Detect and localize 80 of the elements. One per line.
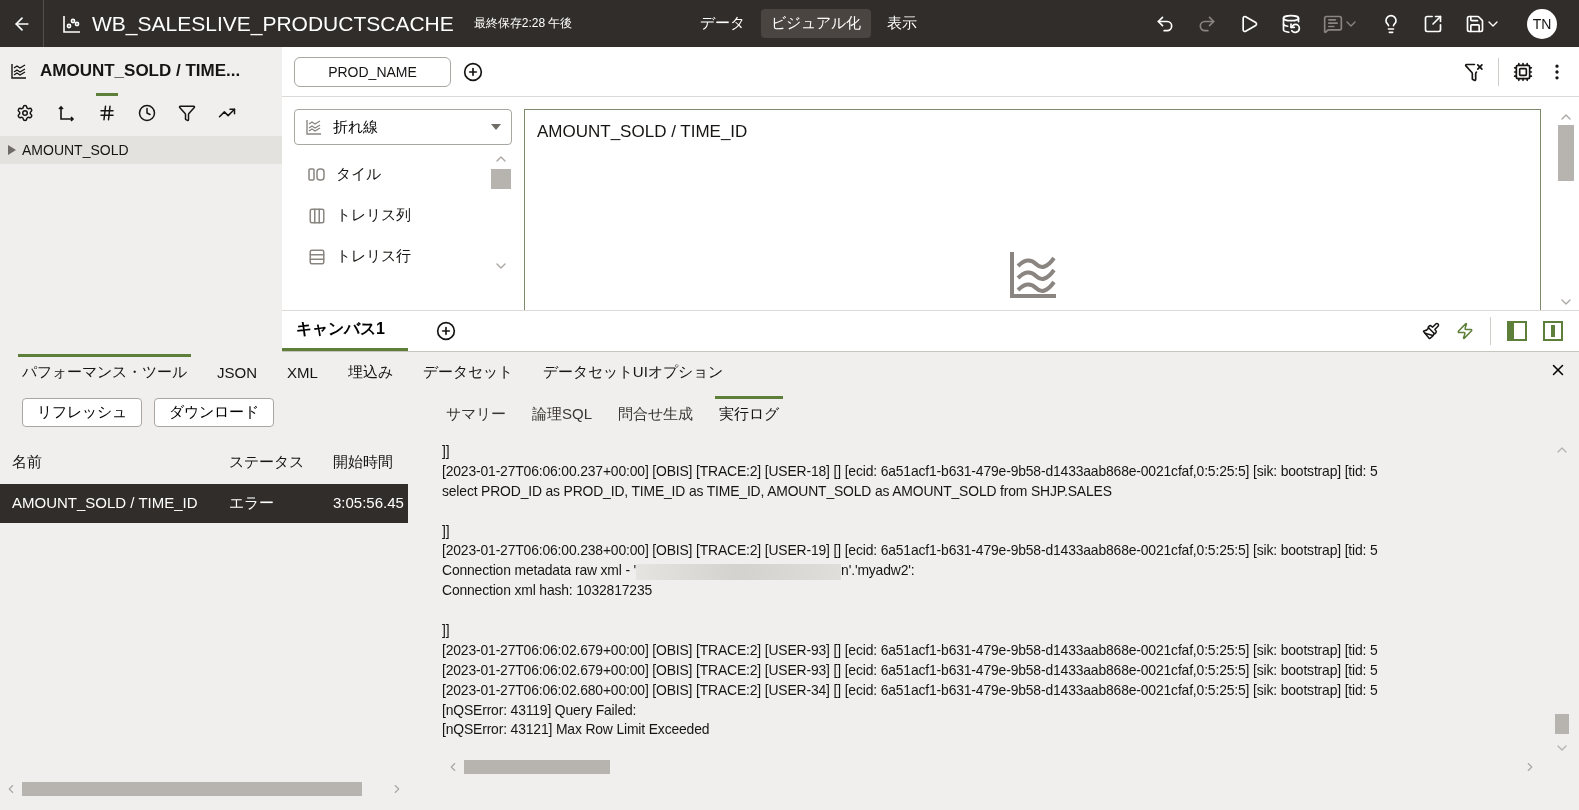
lightning-icon[interactable] (1456, 322, 1474, 340)
log-line: [2023-01-27T06:06:00.237+00:00] [OBIS] [TRACE:2] [USER-18] [] [ecid: 6a51acf1-b631-479e-9b58-d1433aab868e-0021cfaf,0:5:25:5] [sik: bootstrap] [tid: 5 (442, 462, 1378, 479)
chart-type-option[interactable]: トレリス行 (294, 233, 490, 274)
log-line: ]] (442, 522, 450, 539)
devtools-tab[interactable]: データセット (418, 354, 517, 386)
log-line: [nQSError: 43119] Query Failed: (442, 701, 637, 718)
database-refresh-icon (1281, 13, 1301, 34)
add-canvas-icon[interactable] (436, 321, 456, 341)
table-cell-text: エラー (229, 494, 275, 513)
line-chart-icon (10, 62, 28, 80)
canvas-tab[interactable]: キャンバス1 (282, 311, 408, 351)
log-line: [2023-01-27T06:06:02.680+00:00] [OBIS] [TRACE:2] [USER-34] [] [ecid: 6a51acf1-b631-479e-9b58-d1433aab868e-0021cfaf,0:5:25:5] [sik: bootstrap] [tid: 5 (442, 681, 1378, 698)
column-header: ステータス (229, 453, 305, 472)
action-button[interactable]: リフレッシュ (22, 398, 142, 427)
log-line: [2023-01-27T06:06:02.679+00:00] [OBIS] [TRACE:2] [USER-93] [] [ecid: 6a51acf1-b631-479e-9b58-d1433aab868e-0021cfaf,0:5:25:5] [sik: bootstrap] [tid: 5 (442, 641, 1378, 658)
line-chart-icon (305, 118, 323, 136)
user-avatar[interactable]: TN (1527, 8, 1557, 39)
column-header: 名前 (12, 453, 43, 472)
column-header: 開始時間 (333, 453, 394, 472)
log-tab[interactable]: 論理SQL (528, 396, 596, 430)
table-row[interactable]: AMOUNT_SOLD / TIME_ID エラー 3:05:56.45 (0, 484, 408, 523)
chart-type-option[interactable]: タイル (294, 151, 490, 192)
export-icon (1423, 13, 1443, 34)
workbook-icon (62, 13, 82, 34)
log-tab[interactable]: サマリー (442, 396, 510, 430)
scrollbar-thumb[interactable] (21, 782, 363, 796)
redo-icon (1197, 13, 1217, 34)
left-panel-icon[interactable] (1507, 321, 1527, 341)
scrollbar-thumb[interactable] (491, 169, 511, 189)
nav-tab[interactable]: ビジュアル化 (761, 9, 872, 38)
filter-icon (178, 104, 196, 122)
tile-icon (308, 167, 326, 182)
chart-type-option[interactable]: トレリス列 (294, 192, 490, 233)
devtools-tab[interactable]: データセットUIオプション (538, 354, 727, 386)
log-tab[interactable]: 問合せ生成 (614, 396, 697, 430)
nav-tab[interactable]: データ (690, 9, 756, 38)
play-icon (1239, 13, 1259, 34)
chip-icon[interactable] (1513, 61, 1533, 82)
hash-icon (98, 104, 116, 122)
settings-icon (16, 104, 34, 122)
log-line: Connection metadata raw xml - ' (442, 562, 637, 579)
chart-title: AMOUNT_SOLD / TIME_ID (537, 122, 749, 142)
add-icon[interactable] (463, 61, 483, 82)
scrollbar-thumb[interactable] (464, 760, 610, 774)
saved-time: 最終保存2:28 午後 (473, 15, 573, 32)
tree-item[interactable]: AMOUNT_SOLD (0, 136, 282, 164)
log-line: [nQSError: 43121] Max Row Limit Exceeded (442, 721, 710, 738)
log-line: [2023-01-27T06:06:02.679+00:00] [OBIS] [TRACE:2] [USER-93] [] [ecid: 6a51acf1-b631-479e-9b58-d1433aab868e-0021cfaf,0:5:25:5] [sik: bootstrap] [tid: 5 (442, 661, 1378, 678)
log-line: select PROD_ID as PROD_ID, TIME_ID as TIME_ID, AMOUNT_SOLD as AMOUNT_SOLD from SHJP.SALES (442, 482, 1112, 499)
devtools-tab[interactable]: JSON (213, 355, 261, 385)
nav-tab[interactable]: 表示 (877, 9, 928, 38)
table-cell-text: 3:05:56.45 (333, 494, 405, 513)
devtools-tab[interactable]: 埋込み (343, 354, 397, 386)
undo-icon (1155, 13, 1175, 34)
log-line: Connection xml hash: 1032817235 (442, 582, 653, 599)
comment-icon (1323, 13, 1343, 34)
field-chip[interactable]: PROD_NAME (294, 56, 451, 87)
caret-icon (491, 124, 501, 130)
tree-item-label: AMOUNT_SOLD (22, 142, 129, 158)
devtools-tab[interactable]: XML (283, 355, 322, 385)
workbook-title: WB_SALESLIVE_PRODUCTSCACHE (92, 11, 454, 36)
rows-icon (308, 247, 326, 266)
scrollbar-thumb[interactable] (1555, 714, 1569, 734)
center-panel-icon[interactable] (1543, 321, 1563, 341)
log-tab[interactable]: 実行ログ (715, 396, 783, 430)
log-line: [2023-01-27T06:06:00.238+00:00] [OBIS] [TRACE:2] [USER-19] [] [ecid: 6a51acf1-b631-479e-9b58-d1433aab868e-0021cfaf,0:5:25:5] [sik: bootstrap] [tid: 5 (442, 542, 1378, 559)
visualization-title: AMOUNT_SOLD / TIME... (40, 61, 241, 81)
clock-icon (138, 104, 156, 122)
columns-icon (308, 206, 326, 225)
save-icon (1465, 13, 1485, 34)
log-line: ]] (442, 622, 450, 638)
scrollbar-thumb[interactable] (1558, 125, 1574, 181)
paintbrush-icon[interactable] (1422, 322, 1440, 340)
log-line: ]] (442, 443, 450, 459)
axis-icon (56, 104, 76, 124)
log-line: n'.'myadw2': (841, 562, 915, 579)
table-cell-text: AMOUNT_SOLD / TIME_ID (12, 494, 199, 513)
devtools-tab[interactable]: パフォーマンス・ツール (18, 354, 191, 386)
chart-type-dropdown[interactable]: 折れ線 (294, 109, 512, 145)
action-button[interactable]: ダウンロード (154, 398, 274, 427)
